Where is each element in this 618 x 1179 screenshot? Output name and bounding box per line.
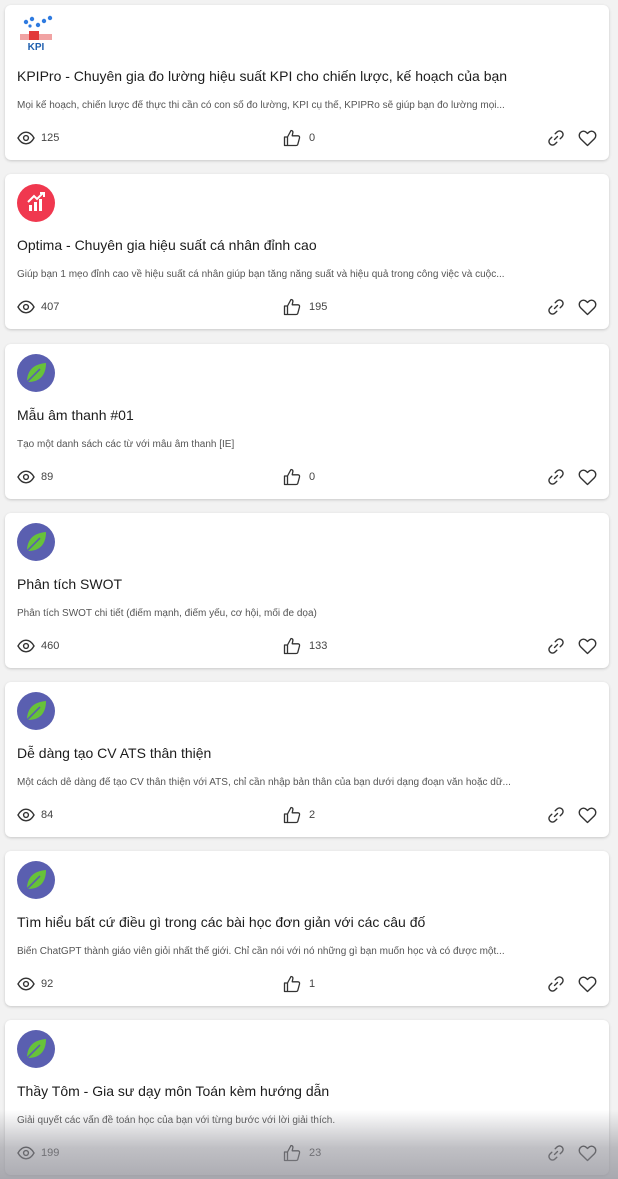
card-title[interactable]: Optima - Chuyên gia hiệu suất cá nhân đỉ… — [17, 237, 317, 253]
view-count-value: 89 — [41, 471, 54, 483]
card-title[interactable]: KPIPro - Chuyên gia đo lường hiệu suất K… — [17, 68, 507, 84]
heart-icon[interactable] — [578, 298, 597, 316]
prompt-card[interactable]: Tìm hiểu bất cứ điều gì trong các bài họ… — [5, 851, 609, 1006]
card-title[interactable]: Phân tích SWOT — [17, 576, 122, 592]
link-icon[interactable] — [547, 1144, 565, 1162]
heart-icon[interactable] — [578, 806, 597, 824]
thumbs-up-icon[interactable] — [283, 637, 301, 655]
eye-icon — [17, 470, 35, 484]
card-description: Phân tích SWOT chi tiết (điểm mạnh, điểm… — [17, 608, 317, 619]
eye-icon — [17, 639, 35, 653]
card-description: Mọi kế hoạch, chiến lược để thực thi cần… — [17, 100, 505, 111]
card-title[interactable]: Mẫu âm thanh #01 — [17, 407, 134, 423]
view-count: 460 — [17, 636, 59, 656]
like-count[interactable]: 195 — [283, 297, 327, 317]
view-count-value: 125 — [41, 132, 60, 144]
kpi-logo: KPI — [17, 15, 55, 53]
like-count[interactable]: 0 — [283, 128, 315, 148]
view-count: 92 — [17, 974, 53, 994]
card-stats: 125 0 — [17, 128, 597, 148]
card-actions — [547, 128, 597, 148]
card-description: Giải quyết các vấn đề toán học của bạn v… — [17, 1115, 336, 1126]
thumbs-up-icon[interactable] — [283, 298, 301, 316]
leaf-logo — [17, 692, 55, 730]
like-count-value: 0 — [309, 132, 316, 144]
view-count: 125 — [17, 128, 59, 148]
heart-icon[interactable] — [578, 1144, 597, 1162]
thumbs-up-icon[interactable] — [283, 1144, 301, 1162]
eye-icon — [17, 131, 35, 145]
view-count: 407 — [17, 297, 59, 317]
eye-icon — [17, 808, 35, 822]
like-count-value: 1 — [309, 978, 316, 990]
card-description: Một cách dễ dàng để tạo CV thân thiện vớ… — [17, 777, 511, 788]
heart-icon[interactable] — [578, 129, 597, 147]
view-count: 199 — [17, 1143, 59, 1163]
link-icon[interactable] — [547, 129, 565, 147]
prompt-card[interactable]: Dễ dàng tạo CV ATS thân thiện Một cách d… — [5, 682, 609, 837]
thumbs-up-icon[interactable] — [283, 468, 301, 486]
leaf-logo — [17, 1030, 55, 1068]
leaf-logo — [17, 523, 55, 561]
prompt-card[interactable]: Thầy Tôm - Gia sư dạy môn Toán kèm hướng… — [5, 1020, 609, 1175]
prompt-card[interactable]: Optima - Chuyên gia hiệu suất cá nhân đỉ… — [5, 174, 609, 329]
view-count: 84 — [17, 805, 53, 825]
like-count-value: 23 — [309, 1147, 322, 1159]
card-stats: 89 0 — [17, 467, 597, 487]
view-count-value: 84 — [41, 809, 54, 821]
prompt-card[interactable]: KPI KPIPro - Chuyên gia đo lường hiệu su… — [5, 5, 609, 160]
like-count-value: 0 — [309, 471, 316, 483]
view-count-value: 407 — [41, 301, 60, 313]
link-icon[interactable] — [547, 468, 565, 486]
thumbs-up-icon[interactable] — [283, 129, 301, 147]
like-count-value: 2 — [309, 809, 316, 821]
like-count[interactable]: 133 — [283, 636, 327, 656]
optima-logo — [17, 184, 55, 222]
heart-icon[interactable] — [578, 975, 597, 993]
eye-icon — [17, 977, 35, 991]
like-count[interactable]: 2 — [283, 805, 315, 825]
view-count-value: 199 — [41, 1147, 60, 1159]
card-actions — [547, 1143, 597, 1163]
thumbs-up-icon[interactable] — [283, 975, 301, 993]
like-count-value: 133 — [309, 640, 328, 652]
heart-icon[interactable] — [578, 468, 597, 486]
like-count[interactable]: 1 — [283, 974, 315, 994]
kpi-logo-text: KPI — [28, 42, 45, 53]
card-actions — [547, 467, 597, 487]
card-stats: 92 1 — [17, 974, 597, 994]
prompt-card[interactable]: Mẫu âm thanh #01 Tạo một danh sách các t… — [5, 344, 609, 499]
heart-icon[interactable] — [578, 637, 597, 655]
link-icon[interactable] — [547, 806, 565, 824]
card-stats: 199 23 — [17, 1143, 597, 1163]
like-count[interactable]: 23 — [283, 1143, 321, 1163]
view-count-value: 460 — [41, 640, 60, 652]
leaf-logo — [17, 861, 55, 899]
link-icon[interactable] — [547, 637, 565, 655]
card-stats: 84 2 — [17, 805, 597, 825]
like-count-value: 195 — [309, 301, 328, 313]
prompt-card[interactable]: Phân tích SWOT Phân tích SWOT chi tiết (… — [5, 513, 609, 668]
leaf-logo — [17, 354, 55, 392]
eye-icon — [17, 1146, 35, 1160]
view-count-value: 92 — [41, 978, 54, 990]
thumbs-up-icon[interactable] — [283, 806, 301, 824]
card-description: Tạo một danh sách các từ với mẫu âm than… — [17, 439, 235, 450]
card-actions — [547, 636, 597, 656]
card-description: Biến ChatGPT thành giáo viên giỏi nhất t… — [17, 946, 505, 957]
card-title[interactable]: Thầy Tôm - Gia sư dạy môn Toán kèm hướng… — [17, 1083, 329, 1099]
card-description: Giúp bạn 1 mẹo đỉnh cao về hiệu suất cá … — [17, 269, 505, 280]
card-actions — [547, 297, 597, 317]
card-stats: 460 133 — [17, 636, 597, 656]
card-stats: 407 195 — [17, 297, 597, 317]
card-title[interactable]: Tìm hiểu bất cứ điều gì trong các bài họ… — [17, 914, 425, 930]
link-icon[interactable] — [547, 975, 565, 993]
like-count[interactable]: 0 — [283, 467, 315, 487]
card-actions — [547, 805, 597, 825]
view-count: 89 — [17, 467, 53, 487]
card-actions — [547, 974, 597, 994]
link-icon[interactable] — [547, 298, 565, 316]
card-title[interactable]: Dễ dàng tạo CV ATS thân thiện — [17, 745, 211, 761]
eye-icon — [17, 300, 35, 314]
